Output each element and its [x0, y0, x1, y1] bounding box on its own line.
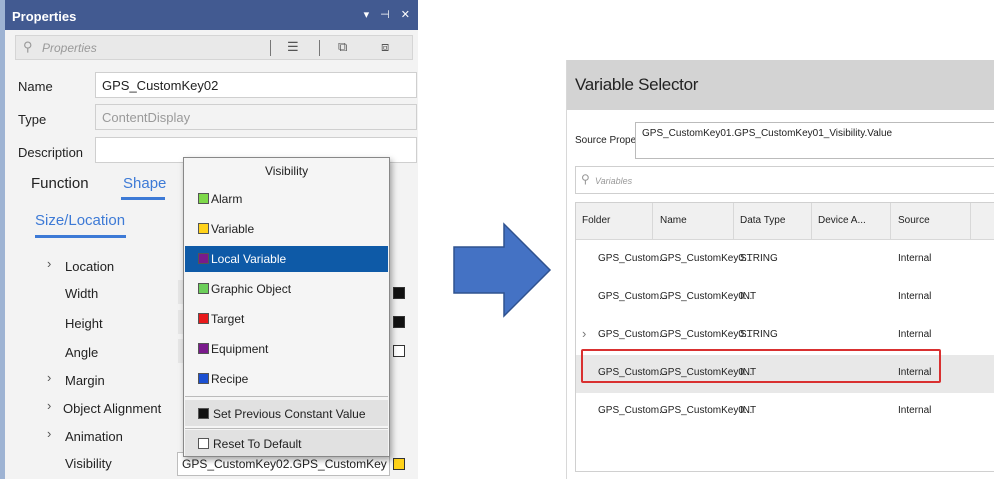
- angle-color-swatch: [393, 345, 405, 357]
- menu-item-variable[interactable]: Variable: [185, 216, 388, 242]
- visibility-color-swatch[interactable]: [393, 458, 405, 470]
- right-arrow-icon: [453, 222, 552, 318]
- column-divider[interactable]: [890, 203, 891, 240]
- name-field[interactable]: GPS_CustomKey02: [95, 72, 417, 98]
- menu-item-alarm[interactable]: Alarm: [185, 186, 388, 212]
- target-color-icon: [198, 313, 209, 324]
- type-label: Type: [18, 112, 47, 127]
- properties-title-bar: Properties ▾ ⊣ ✕: [5, 0, 418, 30]
- recipe-color-icon: [198, 373, 209, 384]
- tab-shape[interactable]: Shape: [123, 175, 166, 192]
- chevron-right-icon[interactable]: ›: [47, 426, 51, 441]
- description-label: Description: [18, 145, 84, 160]
- tab-shape-underline: [121, 197, 165, 200]
- menu-item-set-previous-constant[interactable]: Set Previous Constant Value: [185, 400, 388, 426]
- search-icon: ⚲: [581, 172, 590, 186]
- properties-search[interactable]: ⚲ Properties ☰ ⧉ ⧈: [15, 35, 413, 60]
- column-header-data-type[interactable]: Data Type: [740, 215, 785, 226]
- column-header-folder[interactable]: Folder: [582, 215, 610, 226]
- subtab-underline: [35, 235, 126, 238]
- chevron-right-icon[interactable]: ›: [47, 256, 51, 271]
- tab-function[interactable]: Function: [31, 175, 89, 192]
- menu-divider: [185, 428, 388, 429]
- variable-selector-title: Variable Selector: [567, 60, 994, 110]
- object-alignment-label[interactable]: Object Alignment: [63, 401, 161, 416]
- width-label: Width: [65, 286, 99, 301]
- variables-search-input[interactable]: ⚲ Variables: [575, 166, 994, 194]
- visibility-dropdown-header: Visibility: [264, 164, 309, 178]
- chevron-right-icon[interactable]: ›: [47, 398, 51, 413]
- paste-icon[interactable]: ⧈: [381, 39, 389, 55]
- copy-icon[interactable]: ⧉: [338, 39, 347, 55]
- table-header: Folder Name Data Type Device A... Source: [576, 203, 994, 240]
- toolbar-divider: [319, 40, 320, 56]
- menu-divider: [185, 396, 388, 397]
- set-previous-color-icon: [198, 408, 209, 419]
- visibility-label: Visibility: [65, 456, 112, 471]
- visibility-dropdown: Visibility Alarm Variable Local Variable…: [183, 157, 390, 457]
- local-variable-color-icon: [198, 253, 209, 264]
- column-header-device-address[interactable]: Device A...: [818, 215, 866, 226]
- toolbar-divider: [270, 40, 271, 56]
- properties-search-placeholder: Properties: [42, 41, 97, 55]
- properties-title: Properties: [12, 9, 77, 24]
- margin-label[interactable]: Margin: [65, 373, 105, 388]
- animation-label[interactable]: Animation: [65, 429, 123, 444]
- menu-item-equipment[interactable]: Equipment: [185, 336, 388, 362]
- menu-item-graphic-object[interactable]: Graphic Object: [185, 276, 388, 302]
- column-divider[interactable]: [970, 203, 971, 240]
- table-row-selected[interactable]: GPS_Custom... GPS_CustomKey0... INT Inte…: [576, 355, 994, 393]
- source-property-field[interactable]: GPS_CustomKey01.GPS_CustomKey01_Visibili…: [635, 122, 994, 159]
- height-color-swatch: [393, 316, 405, 328]
- window-controls-icon[interactable]: ▾ ⊣ ✕: [364, 8, 414, 21]
- chevron-right-icon[interactable]: ›: [47, 370, 51, 385]
- alarm-color-icon: [198, 193, 209, 204]
- column-divider[interactable]: [811, 203, 812, 240]
- type-field: ContentDisplay: [95, 104, 417, 130]
- chevron-right-icon[interactable]: ›: [582, 326, 586, 341]
- column-header-source[interactable]: Source: [898, 215, 930, 226]
- list-view-icon[interactable]: ☰: [287, 39, 299, 55]
- height-label: Height: [65, 316, 103, 331]
- table-row[interactable]: GPS_Custom... GPS_CustomKey0... INT Inte…: [576, 279, 994, 317]
- reset-checkbox-icon: [198, 438, 209, 449]
- variables-table: Folder Name Data Type Device A... Source…: [575, 202, 994, 472]
- menu-item-reset-to-default[interactable]: Reset To Default: [185, 430, 388, 456]
- column-divider[interactable]: [733, 203, 734, 240]
- name-label: Name: [18, 79, 53, 94]
- variables-search-placeholder: Variables: [595, 176, 633, 186]
- table-row[interactable]: GPS_Custom... GPS_CustomKey0... INT Inte…: [576, 393, 994, 431]
- menu-item-recipe[interactable]: Recipe: [185, 366, 388, 392]
- menu-item-target[interactable]: Target: [185, 306, 388, 332]
- column-divider[interactable]: [652, 203, 653, 240]
- menu-item-local-variable[interactable]: Local Variable: [185, 246, 388, 272]
- variable-selector-window: Variable Selector Source Property GPS_Cu…: [566, 60, 994, 479]
- column-header-name[interactable]: Name: [660, 215, 687, 226]
- variable-color-icon: [198, 223, 209, 234]
- location-label[interactable]: Location: [65, 259, 114, 274]
- graphic-object-color-icon: [198, 283, 209, 294]
- table-row[interactable]: › GPS_Custom... GPS_CustomKey0... STRING…: [576, 317, 994, 355]
- subtab-size-location[interactable]: Size/Location: [35, 212, 125, 229]
- search-icon: ⚲: [23, 39, 33, 54]
- angle-label: Angle: [65, 345, 99, 360]
- table-row[interactable]: GPS_Custom... GPS_CustomKey0... STRING I…: [576, 241, 994, 279]
- equipment-color-icon: [198, 343, 209, 354]
- width-color-swatch: [393, 287, 405, 299]
